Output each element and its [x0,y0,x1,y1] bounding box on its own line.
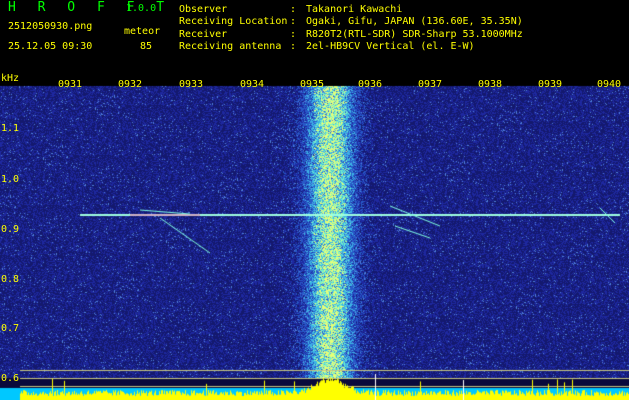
antenna-value: 2el-HB9CV Vertical (el. E-W) [306,41,475,52]
colon: : [290,4,297,15]
time-tick: 0935 [300,79,325,90]
freq-unit-label: kHz [1,73,20,84]
freq-tick: 0.9 [1,224,20,235]
location-value: Ogaki, Gifu, JAPAN (136.60E, 35.35N) [306,16,523,27]
freq-tick: 0.8 [1,274,20,285]
time-tick: 0934 [240,79,265,90]
freq-tick: 1.1 [1,123,20,134]
freq-tick: 1.0 [1,174,20,185]
location-label: Receiving Location [179,16,288,27]
header-panel: H R O F F T 1.0.0 2512050930.png 25.12.0… [0,0,629,78]
time-tick: 0936 [358,79,383,90]
time-tick: 0933 [179,79,204,90]
spectrogram-waterfall [0,78,629,400]
antenna-label: Receiving antenna [179,41,282,52]
receiver-label: Receiver [179,29,228,40]
meteor-label: meteor [124,26,161,37]
date-time: 25.12.05 09:30 [8,41,93,52]
time-tick: 0939 [538,79,563,90]
time-tick: 0940 [597,79,622,90]
time-tick: 0938 [478,79,503,90]
observer-value: Takanori Kawachi [306,4,403,15]
receiver-value: R820T2(RTL-SDR) SDR-Sharp 53.1000MHz [306,29,523,40]
colon: : [290,41,297,52]
time-tick: 0932 [118,79,143,90]
time-tick: 0937 [418,79,443,90]
colon: : [290,29,297,40]
file-name: 2512050930.png [8,21,93,32]
freq-tick: 0.7 [1,323,20,334]
freq-tick: 0.6 [1,373,20,384]
time-tick: 0931 [58,79,83,90]
app-version: 1.0.0 [126,3,157,14]
colon: : [290,16,297,27]
observer-label: Observer [179,4,228,15]
meteor-count: 85 [140,41,153,52]
